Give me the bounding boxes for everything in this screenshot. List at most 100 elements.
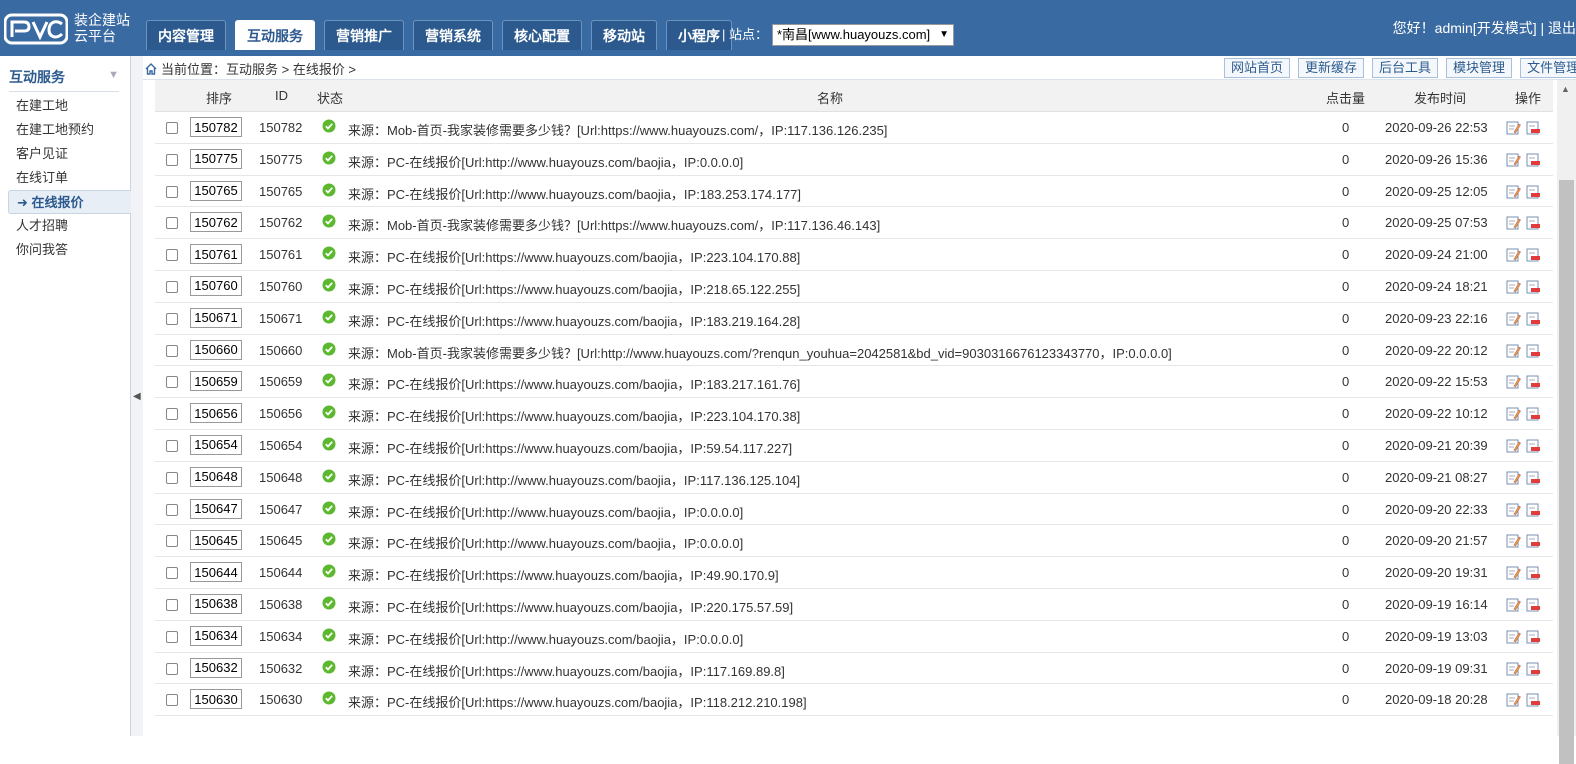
row-name[interactable]: 来源：PC-在线报价[Url:https://www.huayouzs.com/…: [348, 311, 800, 330]
delete-icon[interactable]: [1526, 661, 1541, 676]
sidebar-item-qa[interactable]: 你问我答: [0, 238, 131, 262]
check-circle-icon[interactable]: [322, 214, 336, 228]
column-hits[interactable]: 点击量: [1326, 88, 1365, 107]
row-checkbox[interactable]: [166, 153, 178, 166]
site-home-button[interactable]: 网站首页: [1224, 58, 1291, 78]
delete-icon[interactable]: [1526, 374, 1541, 389]
row-checkbox[interactable]: [166, 503, 178, 516]
sort-order-input[interactable]: [190, 689, 242, 710]
edit-icon[interactable]: [1506, 438, 1521, 453]
sort-order-input[interactable]: [190, 371, 242, 392]
row-name[interactable]: 来源：PC-在线报价[Url:https://www.huayouzs.com/…: [348, 565, 779, 584]
delete-icon[interactable]: [1526, 311, 1541, 326]
edit-icon[interactable]: [1506, 120, 1521, 135]
check-circle-icon[interactable]: [322, 310, 336, 324]
row-checkbox[interactable]: [166, 122, 178, 134]
row-checkbox[interactable]: [166, 471, 178, 484]
row-checkbox[interactable]: [166, 535, 178, 548]
check-circle-icon[interactable]: [322, 660, 336, 674]
check-circle-icon[interactable]: [322, 151, 336, 165]
check-circle-icon[interactable]: [322, 596, 336, 610]
delete-icon[interactable]: [1526, 597, 1541, 612]
delete-icon[interactable]: [1526, 470, 1541, 485]
row-name[interactable]: 来源：PC-在线报价[Url:http://www.huayouzs.com/b…: [348, 533, 743, 552]
row-checkbox[interactable]: [166, 439, 178, 452]
row-checkbox[interactable]: [166, 694, 178, 707]
sort-order-input[interactable]: [190, 339, 242, 360]
sidebar-title[interactable]: 互动服务 ▼: [9, 67, 119, 92]
sidebar-item-testimonials[interactable]: 客户见证: [0, 142, 131, 166]
row-checkbox[interactable]: [166, 312, 178, 325]
delete-icon[interactable]: [1526, 502, 1541, 517]
check-circle-icon[interactable]: [322, 691, 336, 705]
row-checkbox[interactable]: [166, 217, 178, 230]
file-management-button[interactable]: 文件管理: [1520, 58, 1576, 78]
delete-icon[interactable]: [1526, 438, 1541, 453]
row-name[interactable]: 来源：PC-在线报价[Url:https://www.huayouzs.com/…: [348, 374, 800, 393]
edit-icon[interactable]: [1506, 661, 1521, 676]
edit-icon[interactable]: [1506, 533, 1521, 548]
tab-interactive-service[interactable]: 互动服务: [235, 20, 315, 50]
row-checkbox[interactable]: [166, 185, 178, 198]
column-sort[interactable]: 排序: [206, 88, 232, 107]
sort-order-input[interactable]: [190, 244, 242, 265]
check-circle-icon[interactable]: [322, 532, 336, 546]
row-checkbox[interactable]: [166, 630, 178, 643]
logo[interactable]: 装企建站 云平台: [4, 8, 134, 48]
check-circle-icon[interactable]: [322, 564, 336, 578]
row-checkbox[interactable]: [166, 567, 178, 580]
scroll-up-icon[interactable]: ▲: [1561, 84, 1570, 94]
row-name[interactable]: 来源：Mob-首页-我家装修需要多少钱？[Url:https://www.hua…: [348, 120, 887, 139]
sort-order-input[interactable]: [190, 117, 242, 137]
user-info[interactable]: 您好！admin[开发模式] | 退出: [1393, 18, 1576, 38]
sort-order-input[interactable]: [190, 498, 242, 519]
tab-marketing-system[interactable]: 营销系统: [413, 20, 493, 50]
check-circle-icon[interactable]: [322, 119, 336, 133]
check-circle-icon[interactable]: [322, 469, 336, 483]
delete-icon[interactable]: [1526, 692, 1541, 707]
tab-mobile-site[interactable]: 移动站: [591, 20, 657, 50]
scrollbar-thumb[interactable]: [1559, 180, 1574, 764]
check-circle-icon[interactable]: [322, 183, 336, 197]
row-name[interactable]: 来源：PC-在线报价[Url:http://www.huayouzs.com/b…: [348, 629, 743, 648]
sort-order-input[interactable]: [190, 657, 242, 678]
backend-tools-button[interactable]: 后台工具: [1372, 58, 1439, 78]
sort-order-input[interactable]: [190, 466, 242, 487]
sidebar-item-site-appointment[interactable]: 在建工地预约: [0, 118, 131, 142]
delete-icon[interactable]: [1526, 533, 1541, 548]
row-checkbox[interactable]: [166, 249, 178, 262]
edit-icon[interactable]: [1506, 184, 1521, 199]
sidebar-item-online-quote[interactable]: ➜ 在线报价: [8, 190, 131, 214]
column-id[interactable]: ID: [275, 88, 288, 103]
delete-icon[interactable]: [1526, 152, 1541, 167]
sort-order-input[interactable]: [190, 307, 242, 328]
delete-icon[interactable]: [1526, 565, 1541, 580]
edit-icon[interactable]: [1506, 470, 1521, 485]
sort-order-input[interactable]: [190, 593, 242, 614]
sort-order-input[interactable]: [190, 530, 242, 551]
delete-icon[interactable]: [1526, 406, 1541, 421]
check-circle-icon[interactable]: [322, 342, 336, 356]
row-name[interactable]: 来源：PC-在线报价[Url:https://www.huayouzs.com/…: [348, 597, 793, 616]
vertical-scrollbar[interactable]: ▲: [1557, 80, 1576, 764]
row-name[interactable]: 来源：PC-在线报价[Url:https://www.huayouzs.com/…: [348, 692, 807, 711]
delete-icon[interactable]: [1526, 279, 1541, 294]
row-checkbox[interactable]: [166, 662, 178, 675]
column-publish-time[interactable]: 发布时间: [1414, 88, 1466, 107]
delete-icon[interactable]: [1526, 247, 1541, 262]
check-circle-icon[interactable]: [322, 278, 336, 292]
check-circle-icon[interactable]: [322, 628, 336, 642]
sort-order-input[interactable]: [190, 403, 242, 424]
check-circle-icon[interactable]: [322, 501, 336, 515]
edit-icon[interactable]: [1506, 629, 1521, 644]
row-checkbox[interactable]: [166, 280, 178, 293]
edit-icon[interactable]: [1506, 311, 1521, 326]
sort-order-input[interactable]: [190, 625, 242, 646]
row-checkbox[interactable]: [166, 598, 178, 611]
edit-icon[interactable]: [1506, 374, 1521, 389]
tab-marketing-promotion[interactable]: 营销推广: [324, 20, 404, 50]
row-checkbox[interactable]: [166, 408, 178, 421]
delete-icon[interactable]: [1526, 629, 1541, 644]
sort-order-input[interactable]: [190, 275, 242, 296]
row-name[interactable]: 来源：PC-在线报价[Url:https://www.huayouzs.com/…: [348, 438, 792, 457]
